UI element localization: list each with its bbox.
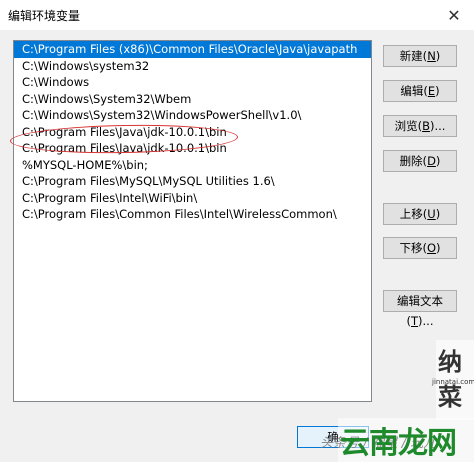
list-item[interactable]: C:\Program Files\MySQL\MySQL Utilities 1…: [14, 173, 371, 190]
list-item[interactable]: C:\Program Files\Intel\WiFi\bin\: [14, 190, 371, 207]
close-icon[interactable]: ✕: [434, 0, 474, 30]
watermark-logo: 云南龙网: [340, 426, 457, 461]
browse-button[interactable]: 浏览(B)...: [383, 115, 457, 137]
edit-env-variable-dialog: 编辑环境变量 ✕ C:\Program Files (x86)\Common F…: [0, 0, 474, 462]
path-list[interactable]: C:\Program Files (x86)\Common Files\Orac…: [13, 40, 372, 402]
watermark-side-glyph: 纳菜: [438, 348, 462, 411]
list-item[interactable]: C:\Windows\system32: [14, 58, 371, 75]
edit-text-button[interactable]: 编辑文本(T)...: [383, 290, 457, 328]
list-item[interactable]: %MYSQL-HOME%\bin;: [14, 157, 371, 174]
new-button[interactable]: 新建(N): [383, 45, 457, 67]
delete-button[interactable]: 删除(D): [383, 150, 457, 172]
move-up-button[interactable]: 上移(U): [383, 203, 457, 225]
list-item[interactable]: C:\Windows: [14, 74, 371, 91]
list-item[interactable]: C:\Windows\System32\WindowsPowerShell\v1…: [14, 107, 371, 124]
list-item[interactable]: C:\Program Files\Common Files\Intel\Wire…: [14, 206, 371, 223]
list-item[interactable]: C:\Program Files (x86)\Common Files\Orac…: [14, 41, 371, 58]
edit-button[interactable]: 编辑(E): [383, 80, 457, 102]
title-bar: 编辑环境变量 ✕: [0, 0, 474, 30]
list-item[interactable]: C:\Windows\System32\Wbem: [14, 91, 371, 108]
watermark-side-url: jinnatai.com: [432, 378, 474, 386]
move-down-button[interactable]: 下移(O): [383, 237, 457, 259]
window-title: 编辑环境变量: [8, 9, 81, 23]
